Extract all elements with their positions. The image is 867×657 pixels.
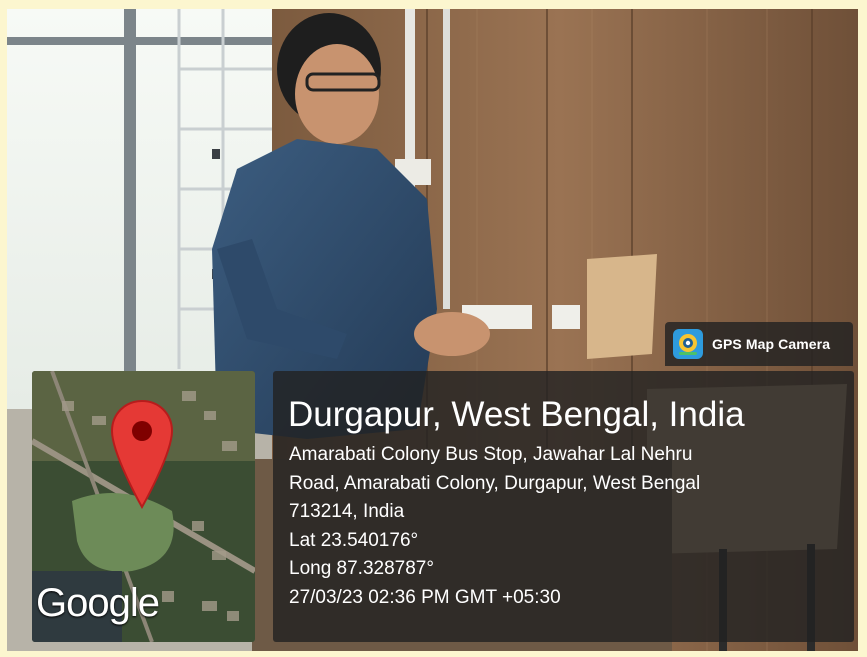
map-pin-icon [110,399,174,509]
gps-map-camera-app-icon [673,329,703,359]
city-title: Durgapur, West Bengal, India [288,395,745,434]
photo-frame: GPS Map Camera Google Durgapur, West Ben… [7,9,858,651]
badge-label: GPS Map Camera [712,336,831,352]
address-line-1: Amarabati Colony Bus Stop, Jawahar Lal N… [289,444,693,465]
gps-map-camera-badge: GPS Map Camera [665,322,853,366]
address-line-2: Road, Amarabati Colony, Durgapur, West B… [289,472,701,494]
google-logo: Google [36,581,160,625]
map-thumbnail[interactable]: Google [32,371,255,642]
longitude-readout: Long 87.328787° [289,558,434,579]
address-line-3: 713214, India [289,501,405,522]
latitude-readout: Lat 23.540176° [289,529,419,551]
timestamp: 27/03/23 02:36 PM GMT +05:30 [289,586,561,608]
location-info-panel: Durgapur, West Bengal, India Amarabati C… [273,371,854,642]
